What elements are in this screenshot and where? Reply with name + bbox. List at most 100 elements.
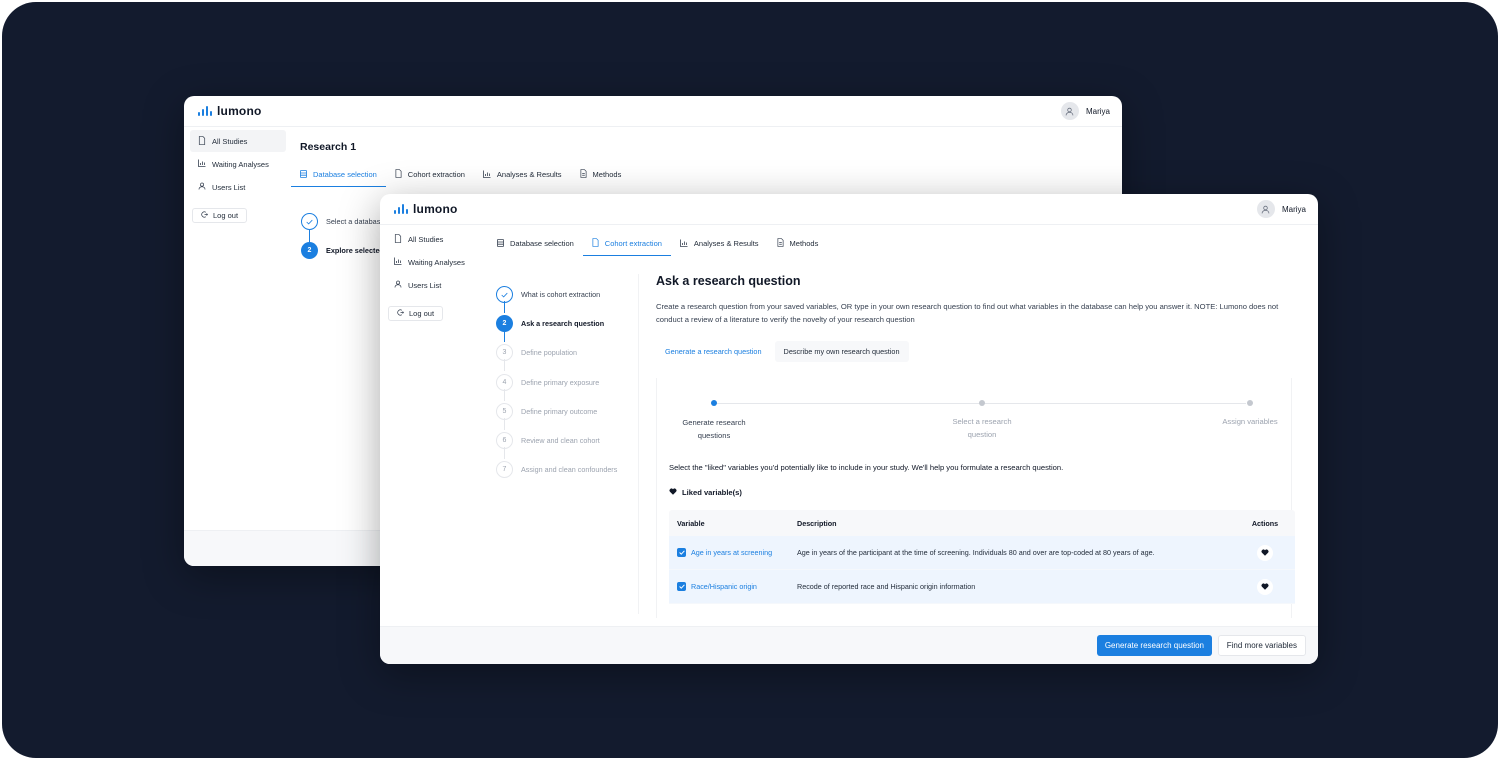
tab-cohort-extraction[interactable]: Cohort extraction — [582, 238, 671, 256]
stepper: Select a databas 2 Explore selected — [301, 213, 384, 259]
file-icon — [592, 238, 599, 249]
sidebar-item-label: Users List — [408, 280, 442, 290]
sidebar-item-users-list[interactable]: Users List — [190, 176, 286, 198]
user-icon — [394, 280, 402, 290]
step-item[interactable]: 3 Define population — [496, 338, 634, 372]
database-icon — [497, 238, 504, 249]
heart-icon[interactable] — [1257, 578, 1273, 595]
step-label: Define primary outcome — [521, 406, 598, 416]
logout-icon — [201, 211, 209, 220]
step-connector — [309, 230, 310, 242]
cohort-stepper: What is cohort extraction 2 Ask a resear… — [496, 280, 634, 484]
progress-dot — [1247, 400, 1253, 406]
tab-methods[interactable]: Methods — [768, 238, 828, 256]
progress-label-line: questions — [697, 431, 731, 440]
tab-label: Cohort extraction — [407, 170, 465, 179]
step-label: Assign and clean confounders — [521, 465, 618, 475]
generator-card: Generate research questions Select a res… — [656, 378, 1295, 618]
sidebar: All Studies Waiting Analyses Users List … — [386, 228, 482, 321]
sidebar: All Studies Waiting Analyses Users List … — [190, 130, 286, 223]
logo-text: lumono — [413, 202, 458, 216]
subtab-describe-question[interactable]: Describe my own research question — [774, 341, 909, 362]
sidebar-item-label: Waiting Analyses — [212, 159, 269, 169]
app-header: lumono Mariya — [184, 96, 1122, 127]
sidebar-item-label: All Studies — [408, 234, 444, 244]
logout-button[interactable]: Log out — [192, 208, 248, 223]
sidebar-item-users-list[interactable]: Users List — [386, 274, 482, 296]
logo[interactable]: lumono — [198, 104, 262, 118]
divider — [638, 274, 639, 614]
heart-icon — [669, 488, 677, 497]
tab-database-selection[interactable]: Database selection — [291, 169, 386, 187]
file-icon — [394, 233, 402, 245]
actions-cell — [1235, 544, 1295, 561]
variable-link[interactable]: Race/Hispanic origin — [691, 582, 757, 591]
tab-cohort-extraction[interactable]: Cohort extraction — [386, 169, 474, 187]
step-item[interactable]: 5 Define primary outcome — [496, 397, 634, 430]
row-checkbox[interactable] — [677, 582, 686, 591]
user-name: Mariya — [1281, 204, 1306, 214]
progress-label-line: Assign variables — [1222, 417, 1278, 426]
liked-label: Liked variable(s) — [682, 488, 742, 497]
tab-label: Analyses & Results — [496, 170, 562, 179]
user-menu[interactable]: Mariya — [1256, 200, 1306, 218]
page-heading: Ask a research question — [656, 274, 801, 288]
heart-icon[interactable] — [1257, 544, 1273, 561]
variable-link[interactable]: Age in years at screening — [691, 548, 772, 557]
step-item[interactable]: What is cohort extraction — [496, 280, 634, 313]
page-description: Create a research question from your sav… — [656, 302, 1279, 324]
tab-label: Database selection — [510, 239, 574, 248]
step-label: Ask a research question — [521, 319, 605, 329]
tab-label: Methods — [592, 170, 622, 179]
instruction-text: Select the "liked" variables you'd poten… — [669, 463, 1064, 472]
subtab-bar: Generate a research question Describe my… — [656, 341, 1306, 362]
step-item[interactable]: 6 Review and clean cohort — [496, 426, 634, 459]
backdrop: lumono Mariya All Studies Waiting Analys… — [2, 2, 1498, 758]
progress-step-select: Select a research question — [932, 415, 1032, 441]
sidebar-item-waiting-analyses[interactable]: Waiting Analyses — [386, 251, 482, 273]
step-item[interactable]: 4 Define primary exposure — [496, 368, 634, 401]
liked-variables-heading: Liked variable(s) — [669, 488, 742, 497]
step-item[interactable]: 2 Explore selected — [301, 242, 384, 259]
step-item[interactable]: 7 Assign and clean confounders — [496, 455, 634, 484]
bar-chart-icon — [483, 170, 491, 180]
generate-question-button[interactable]: Generate research question — [1096, 635, 1212, 656]
document-icon — [777, 238, 784, 249]
progress-step-generate: Generate research questions — [664, 416, 764, 442]
sidebar-item-all-studies[interactable]: All Studies — [190, 130, 286, 152]
progress-step-assign: Assign variables — [1200, 415, 1300, 428]
app-header: lumono Mariya — [380, 194, 1318, 225]
tab-label: Methods — [789, 239, 819, 248]
subtab-generate-question[interactable]: Generate a research question — [656, 341, 771, 362]
sidebar-item-all-studies[interactable]: All Studies — [386, 228, 482, 250]
document-icon — [580, 169, 587, 180]
progress-label-line: question — [967, 430, 997, 439]
bar-chart-icon — [394, 257, 402, 267]
description-cell: Recode of reported race and Hispanic ori… — [797, 582, 976, 591]
footer-bar: Generate research question Find more var… — [380, 626, 1318, 664]
logo[interactable]: lumono — [394, 202, 458, 216]
step-item[interactable]: Select a databas — [301, 213, 384, 230]
sidebar-item-label: Waiting Analyses — [408, 257, 465, 267]
progress-dot — [979, 400, 985, 406]
find-more-variables-button[interactable]: Find more variables — [1217, 635, 1306, 656]
row-checkbox[interactable] — [677, 548, 686, 557]
tab-methods[interactable]: Methods — [571, 169, 631, 187]
step-label: What is cohort extraction — [521, 290, 601, 300]
column-header: Variable — [677, 518, 705, 528]
progress-label-line: Generate research — [682, 418, 746, 427]
logout-button[interactable]: Log out — [388, 306, 444, 321]
tab-analyses-results[interactable]: Analyses & Results — [671, 238, 768, 256]
step-label: Select a databas — [326, 217, 381, 226]
description-cell: Age in years of the participant at the t… — [797, 548, 1155, 557]
logout-label: Log out — [409, 309, 435, 318]
tab-label: Cohort extraction — [604, 239, 662, 248]
user-menu[interactable]: Mariya — [1060, 102, 1110, 120]
table-row: Age in years at screening Age in years o… — [669, 536, 1295, 570]
sidebar-item-waiting-analyses[interactable]: Waiting Analyses — [190, 153, 286, 175]
tab-analyses-results[interactable]: Analyses & Results — [474, 169, 571, 187]
tab-database-selection[interactable]: Database selection — [488, 238, 583, 256]
tab-bar: Database selection Cohort extraction Ana… — [488, 238, 827, 256]
step-item[interactable]: 2 Ask a research question — [496, 309, 634, 343]
logo-text: lumono — [217, 104, 262, 118]
